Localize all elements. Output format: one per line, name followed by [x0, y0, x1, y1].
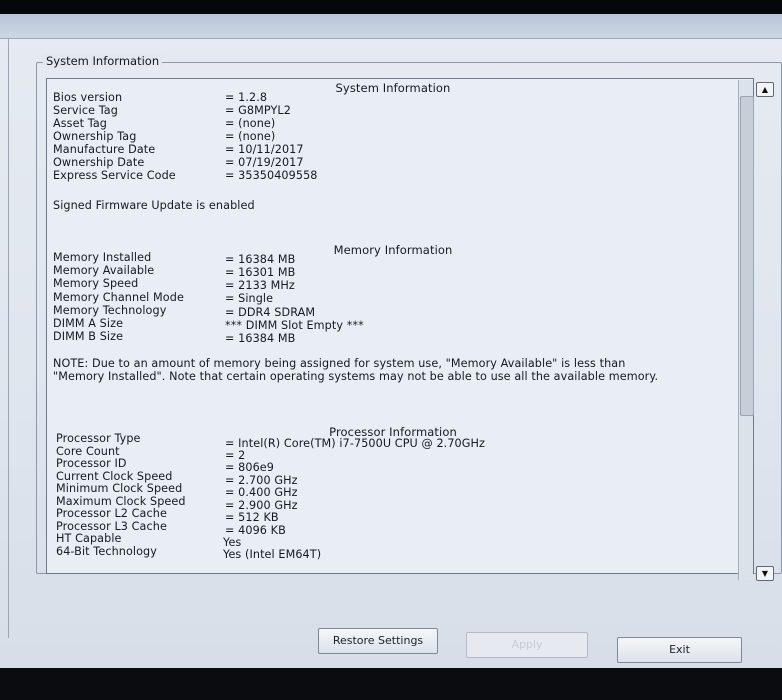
row-label-dimm-b-size: DIMM B Size	[53, 330, 124, 343]
row-value-bios-version: = 1.2.8	[225, 91, 268, 104]
group-title: System Information	[43, 54, 163, 68]
row-label-manufacture-date: Manufacture Date	[53, 143, 156, 156]
row-value-memory-speed: = 2133 MHz	[225, 279, 295, 292]
info-content-panel: System Information Bios version = 1.2.8 …	[46, 78, 754, 574]
row-value-service-tag: = G8MPYL2	[225, 104, 291, 117]
triangle-down-icon: ▼	[761, 569, 769, 578]
row-label-processor-type: Processor Type	[56, 432, 141, 445]
scrollbar-thumb[interactable]	[740, 96, 754, 416]
row-label-memory-available: Memory Available	[53, 264, 155, 277]
row-value-ownership-date: = 07/19/2017	[225, 156, 304, 169]
memory-note: NOTE: Due to an amount of memory being a…	[53, 357, 659, 383]
row-value-manufacture-date: = 10/11/2017	[225, 143, 304, 156]
row-value-memory-channel-mode: = Single	[225, 292, 274, 305]
row-label-64-bit-technology: 64-Bit Technology	[56, 545, 157, 558]
row-value-memory-installed: = 16384 MB	[225, 253, 296, 266]
row-label-express-service-code: Express Service Code	[53, 169, 176, 182]
row-value-memory-available: = 16301 MB	[225, 266, 296, 279]
row-value-processor-l2-cache: = 512 KB	[225, 511, 279, 524]
scroll-up-button[interactable]: ▲	[756, 82, 774, 97]
left-panel-edge	[0, 38, 9, 638]
row-label-minimum-clock-speed: Minimum Clock Speed	[56, 482, 183, 495]
row-value-minimum-clock-speed: = 0.400 GHz	[225, 486, 298, 499]
row-label-memory-technology: Memory Technology	[53, 304, 167, 317]
row-label-processor-l2-cache: Processor L2 Cache	[56, 507, 167, 520]
row-value-asset-tag: = (none)	[225, 117, 276, 130]
scroll-down-button[interactable]: ▼	[756, 566, 774, 581]
row-label-dimm-a-size: DIMM A Size	[53, 317, 124, 330]
firmware-update-note: Signed Firmware Update is enabled	[53, 199, 255, 212]
title-bar	[0, 14, 782, 39]
monitor-bezel-bottom	[0, 668, 782, 700]
row-label-asset-tag: Asset Tag	[53, 117, 107, 130]
row-label-ownership-date: Ownership Date	[53, 156, 145, 169]
row-label-service-tag: Service Tag	[53, 104, 118, 117]
apply-button[interactable]: Apply	[466, 632, 588, 658]
row-value-64-bit-technology: Yes (Intel EM64T)	[223, 548, 322, 561]
row-label-memory-channel-mode: Memory Channel Mode	[53, 291, 184, 304]
row-label-processor-id: Processor ID	[56, 457, 127, 470]
row-label-memory-speed: Memory Speed	[53, 277, 139, 290]
row-value-ownership-tag: = (none)	[225, 130, 276, 143]
row-value-express-service-code: = 35350409558	[225, 169, 318, 182]
row-value-memory-technology: = DDR4 SDRAM	[225, 306, 316, 319]
row-label-memory-installed: Memory Installed	[53, 251, 152, 264]
row-value-dimm-b-size: = 16384 MB	[225, 332, 296, 345]
row-label-ht-capable: HT Capable	[56, 532, 122, 545]
row-label-ownership-tag: Ownership Tag	[53, 130, 137, 143]
exit-button[interactable]: Exit	[617, 637, 742, 663]
restore-settings-button[interactable]: Restore Settings	[318, 628, 438, 654]
row-value-processor-id: = 806e9	[225, 461, 274, 474]
monitor-bezel-top	[0, 0, 782, 14]
row-value-processor-type: = Intel(R) Core(TM) i7-7500U CPU @ 2.70G…	[225, 437, 486, 450]
system-info-heading: System Information	[335, 81, 451, 95]
triangle-up-icon: ▲	[761, 85, 769, 94]
row-label-bios-version: Bios version	[53, 91, 123, 104]
row-value-dimm-a-size: *** DIMM Slot Empty ***	[225, 319, 364, 332]
